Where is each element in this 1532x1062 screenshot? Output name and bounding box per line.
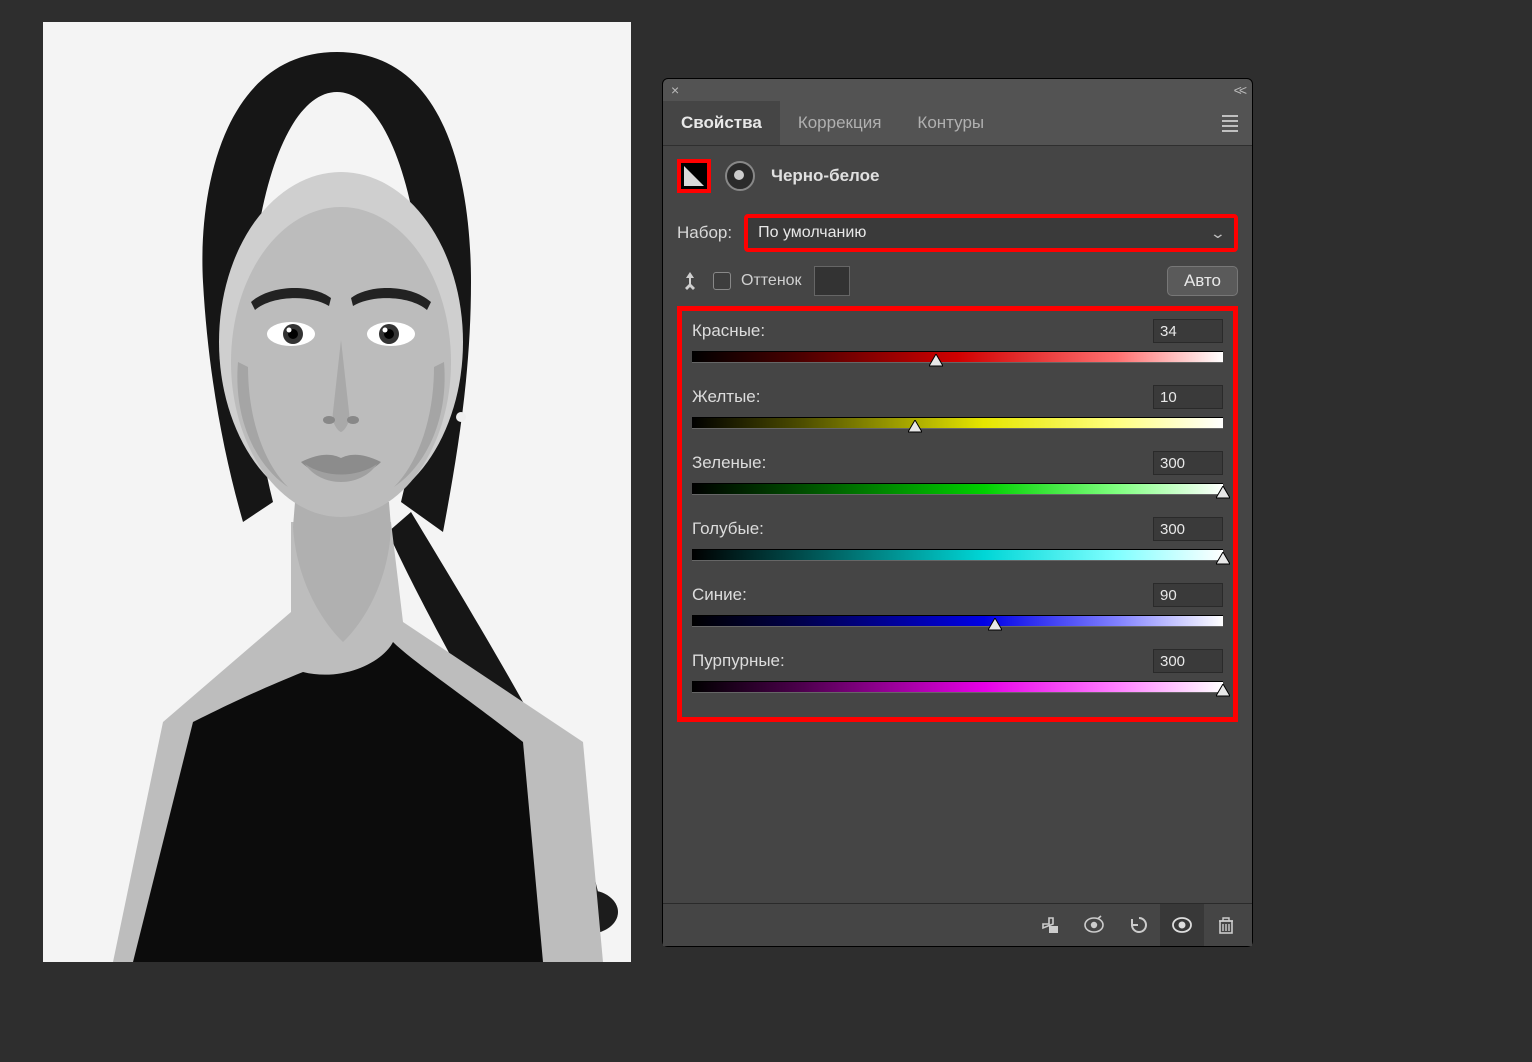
preset-label: Набор:	[677, 223, 732, 243]
toggle-visibility-icon[interactable]	[1160, 904, 1204, 946]
tab-adjustments[interactable]: Коррекция	[780, 101, 900, 145]
slider-thumb[interactable]	[988, 618, 1002, 632]
slider-3: Голубые: 300	[692, 517, 1223, 561]
slider-label: Синие:	[692, 585, 747, 605]
slider-label: Красные:	[692, 321, 765, 341]
slider-label: Пурпурные:	[692, 651, 785, 671]
slider-track[interactable]	[692, 549, 1223, 561]
preset-dropdown[interactable]: По умолчанию ⌄	[744, 214, 1238, 252]
slider-track[interactable]	[692, 417, 1223, 429]
slider-thumb[interactable]	[1216, 552, 1230, 566]
slider-thumb[interactable]	[1216, 486, 1230, 500]
slider-2: Зеленые: 300	[692, 451, 1223, 495]
slider-5: Пурпурные: 300	[692, 649, 1223, 693]
slider-thumb[interactable]	[1216, 684, 1230, 698]
panel-tabs: Свойства Коррекция Контуры	[663, 101, 1252, 146]
slider-label: Желтые:	[692, 387, 760, 407]
preset-value: По умолчанию	[758, 224, 866, 242]
panel-footer	[663, 903, 1252, 946]
tint-label: Оттенок	[741, 272, 802, 290]
slider-0: Красные: 34	[692, 319, 1223, 363]
slider-track[interactable]	[692, 681, 1223, 693]
tint-checkbox[interactable]	[713, 272, 731, 290]
slider-value-input[interactable]: 90	[1153, 583, 1223, 607]
panel-menu-icon[interactable]	[1208, 101, 1252, 145]
close-icon[interactable]: ×	[671, 82, 679, 98]
slider-value-input[interactable]: 300	[1153, 451, 1223, 475]
properties-panel: × << Свойства Коррекция Контуры Черно-бе…	[662, 78, 1253, 947]
slider-track[interactable]	[692, 615, 1223, 627]
color-sliders-group: Красные: 34 Желтые: 10 Зеленые: 300 Голубые: 30…	[677, 306, 1238, 722]
tab-paths[interactable]: Контуры	[899, 101, 1002, 145]
black-white-adjustment-icon[interactable]	[677, 159, 711, 193]
slider-1: Желтые: 10	[692, 385, 1223, 429]
document-preview	[43, 22, 631, 962]
clip-to-layer-icon[interactable]	[1028, 904, 1072, 946]
adjustment-title: Черно-белое	[771, 166, 879, 186]
slider-track[interactable]	[692, 351, 1223, 363]
targeted-adjustment-tool-icon[interactable]	[677, 268, 703, 294]
slider-thumb[interactable]	[929, 354, 943, 368]
view-previous-state-icon[interactable]	[1072, 904, 1116, 946]
slider-track[interactable]	[692, 483, 1223, 495]
slider-4: Синие: 90	[692, 583, 1223, 627]
slider-value-input[interactable]: 300	[1153, 517, 1223, 541]
chevron-down-icon: ⌄	[1210, 225, 1226, 242]
delete-icon[interactable]	[1204, 904, 1248, 946]
tint-color-swatch[interactable]	[814, 266, 850, 296]
collapse-icon[interactable]: <<	[1234, 82, 1244, 98]
slider-thumb[interactable]	[908, 420, 922, 434]
slider-value-input[interactable]: 300	[1153, 649, 1223, 673]
slider-value-input[interactable]: 34	[1153, 319, 1223, 343]
slider-value-input[interactable]: 10	[1153, 385, 1223, 409]
auto-button[interactable]: Авто	[1167, 266, 1238, 296]
slider-label: Зеленые:	[692, 453, 766, 473]
slider-label: Голубые:	[692, 519, 764, 539]
reset-icon[interactable]	[1116, 904, 1160, 946]
layer-mask-icon[interactable]	[725, 161, 755, 191]
tab-properties[interactable]: Свойства	[663, 101, 780, 145]
